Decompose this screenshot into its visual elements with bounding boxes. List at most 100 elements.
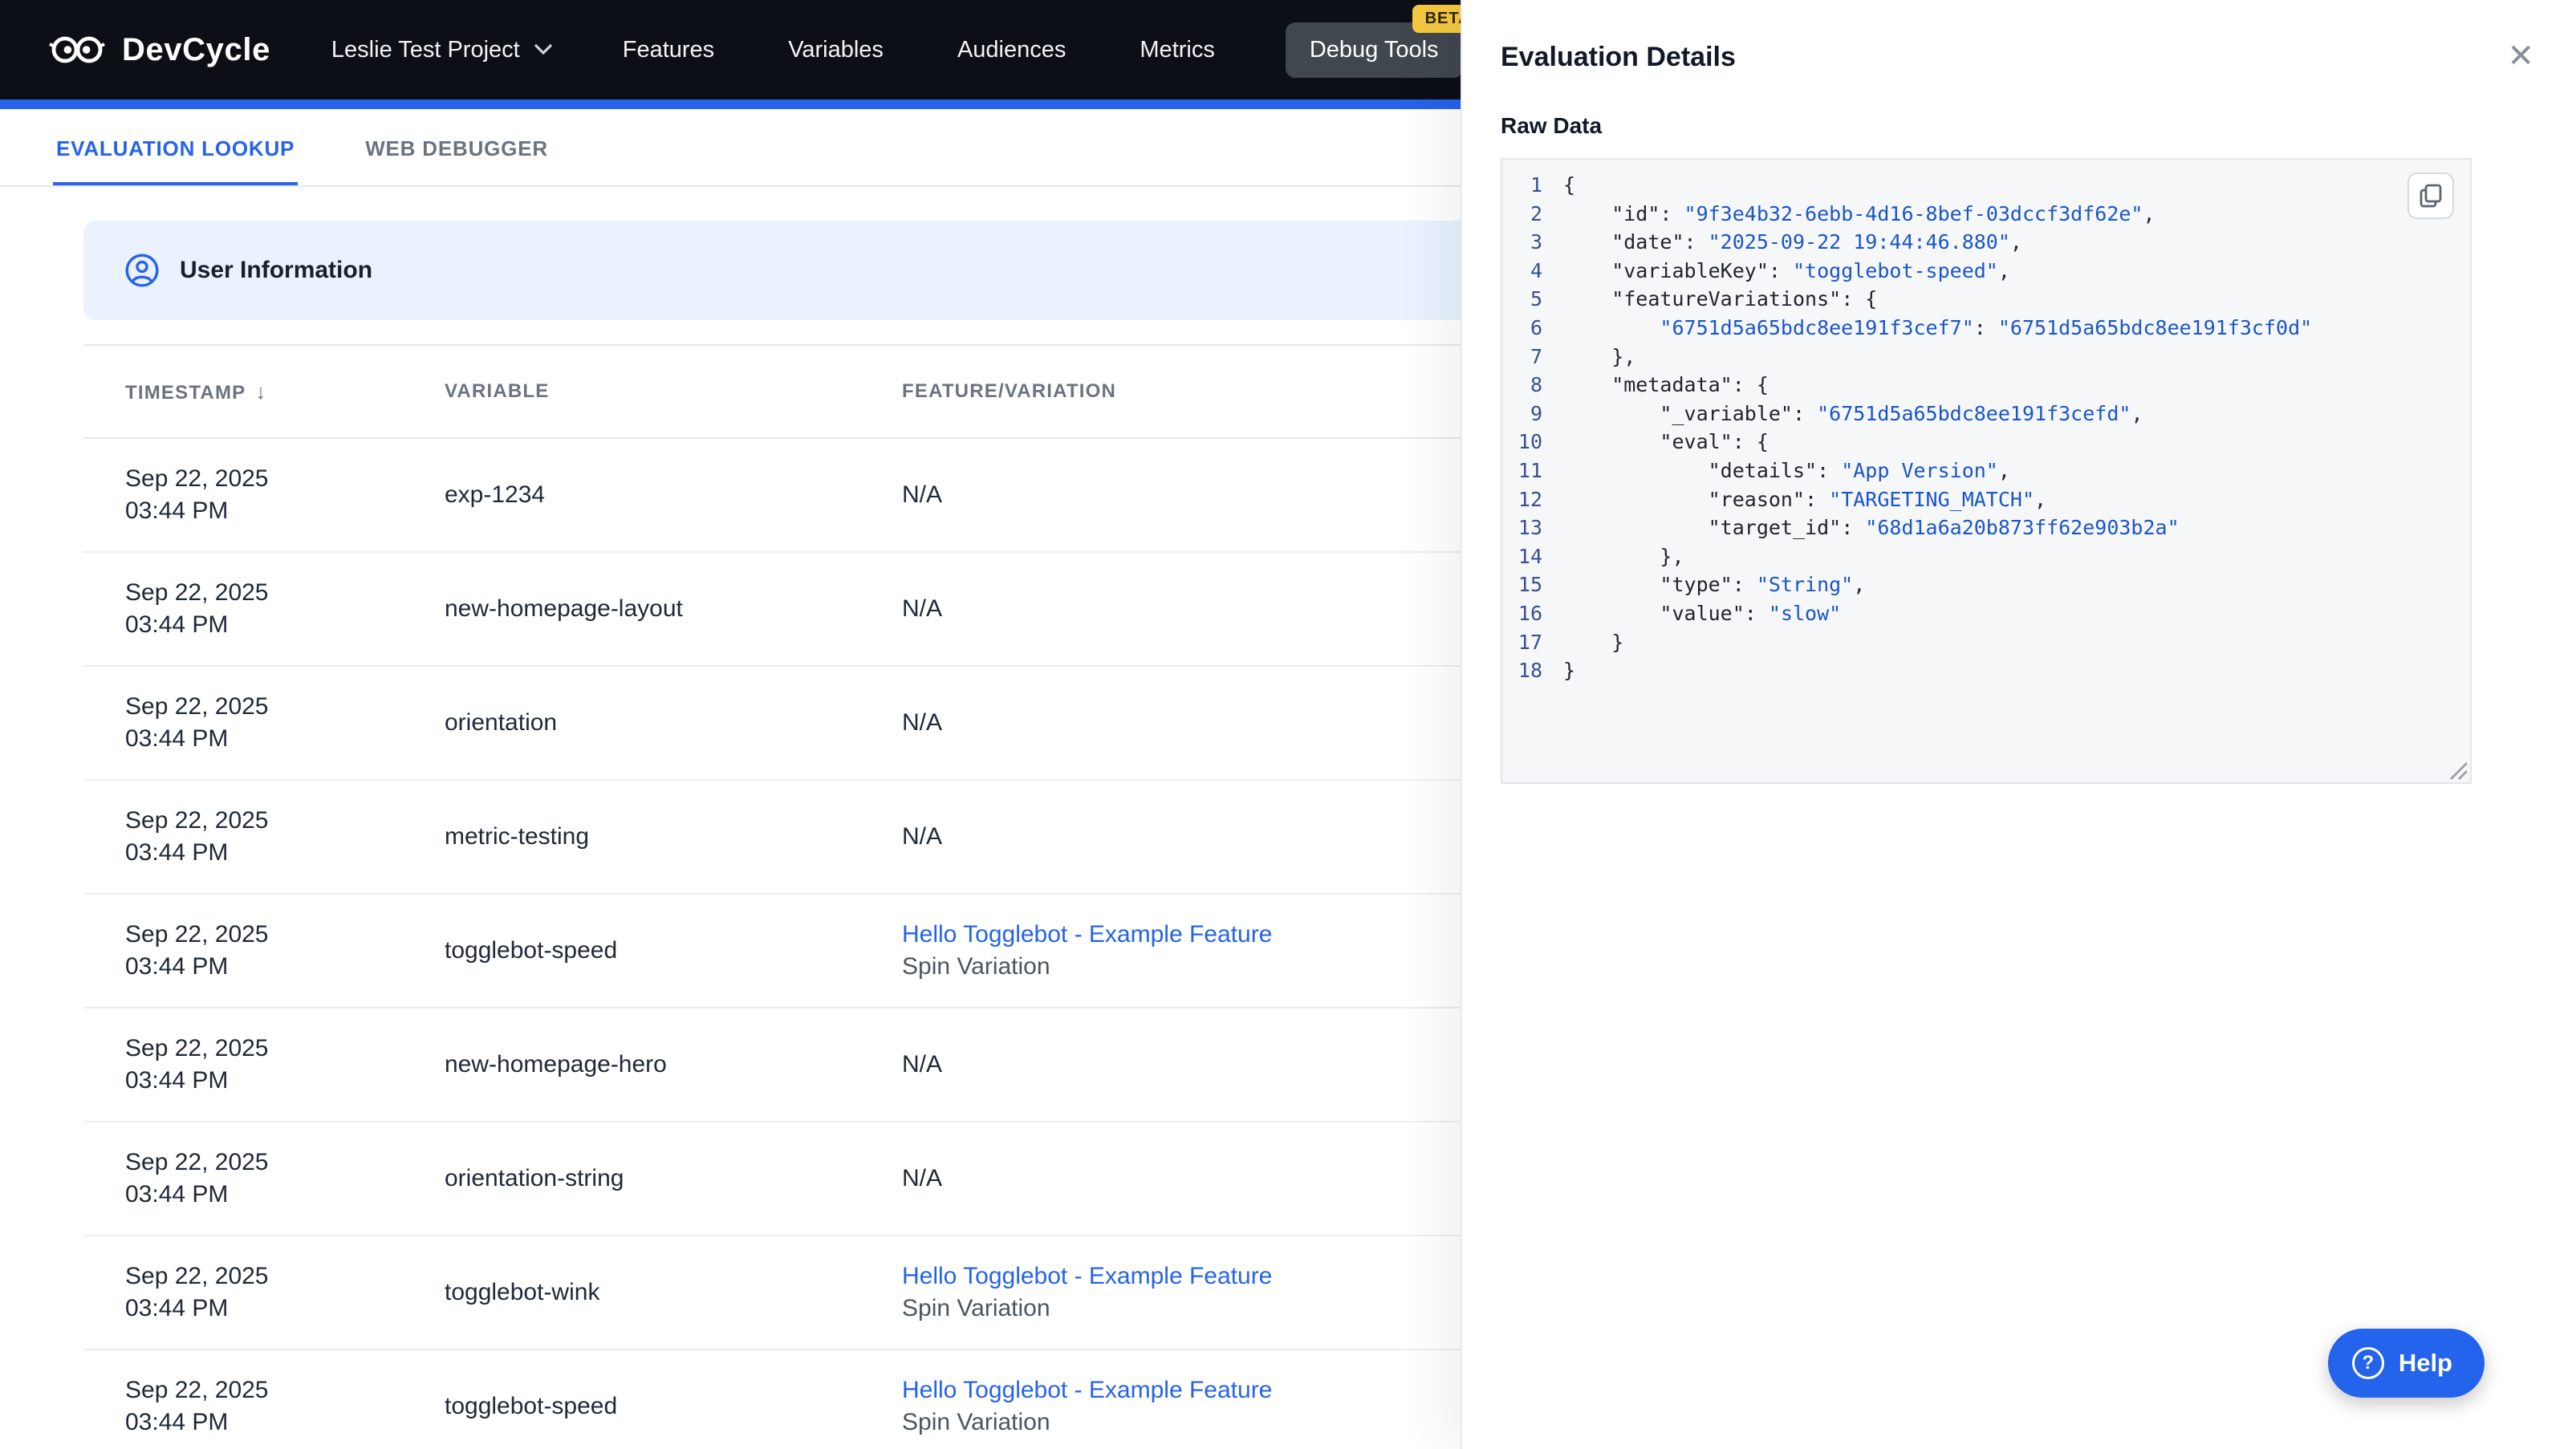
code-line: 14 }, (1502, 542, 2470, 571)
variable-cell: new-homepage-hero (445, 1051, 902, 1078)
code-line: 18} (1502, 656, 2470, 685)
line-number: 2 (1530, 201, 1542, 225)
code-line: 1{ (1502, 171, 2470, 200)
code-lines: 1{2 "id": "9f3e4b32-6ebb-4d16-8bef-03dcc… (1502, 171, 2470, 685)
code-line: 8 "metadata": { (1502, 371, 2470, 400)
row-date: Sep 22, 2025 (125, 1149, 269, 1175)
timestamp-cell: Sep 22, 2025 03:44 PM (83, 1147, 445, 1211)
timestamp-cell: Sep 22, 2025 03:44 PM (83, 1260, 445, 1325)
code-line: 6 "6751d5a65bdc8ee191f3cef7": "6751d5a65… (1502, 314, 2470, 343)
evaluation-details-panel: Evaluation Details ✕ Raw Data 1{2 "id": … (1461, 0, 2576, 1449)
row-time: 03:44 PM (125, 725, 229, 752)
project-name: Leslie Test Project (331, 36, 520, 63)
nav-item-variables[interactable]: Variables (788, 37, 884, 63)
help-question-icon: ? (2351, 1347, 2384, 1379)
code-line: 13 "target_id": "68d1a6a20b873ff62e903b2… (1502, 513, 2470, 542)
row-time: 03:44 PM (125, 611, 229, 638)
user-circle-icon (125, 254, 159, 287)
row-date: Sep 22, 2025 (125, 465, 269, 492)
raw-data-label: Raw Data (1501, 113, 1603, 138)
row-date: Sep 22, 2025 (125, 1035, 269, 1061)
brand-name: DevCycle (122, 31, 270, 67)
line-number: 9 (1530, 401, 1542, 425)
line-number: 17 (1518, 630, 1542, 654)
close-icon[interactable]: ✕ (2507, 40, 2534, 72)
code-line: 4 "variableKey": "togglebot-speed", (1502, 257, 2470, 286)
row-variable: orientation-string (445, 1165, 624, 1191)
resize-grip-icon (2450, 762, 2468, 780)
row-time: 03:44 PM (125, 839, 229, 866)
line-number: 14 (1518, 544, 1542, 568)
row-variable: exp-1234 (445, 481, 546, 508)
code-line: 17 } (1502, 628, 2470, 657)
feature-header-label: FEATURE/VARIATION (902, 380, 1117, 402)
resize-handle[interactable] (2448, 760, 2468, 781)
line-number: 16 (1518, 601, 1542, 625)
line-number: 15 (1518, 573, 1542, 597)
variable-cell: togglebot-wink (445, 1279, 902, 1306)
line-number: 1 (1530, 173, 1542, 197)
timestamp-cell: Sep 22, 2025 03:44 PM (83, 805, 445, 869)
row-variable: togglebot-speed (445, 937, 618, 964)
timestamp-cell: Sep 22, 2025 03:44 PM (83, 1033, 445, 1097)
variable-header-label: VARIABLE (445, 380, 550, 402)
code-line: 10 "eval": { (1502, 428, 2470, 457)
code-line: 12 "reason": "TARGETING_MATCH", (1502, 485, 2470, 514)
row-time: 03:44 PM (125, 953, 229, 980)
debug-tools-button[interactable]: BETA Debug Tools (1285, 4, 1484, 78)
tab-evaluation-lookup[interactable]: EVALUATION LOOKUP (53, 109, 299, 185)
line-number: 12 (1518, 487, 1542, 511)
column-header-timestamp[interactable]: TIMESTAMP ↓ (83, 380, 445, 404)
code-line: 7 }, (1502, 343, 2470, 371)
nav-item-features[interactable]: Features (623, 37, 714, 63)
copy-button[interactable] (2407, 172, 2454, 219)
row-date: Sep 22, 2025 (125, 921, 269, 948)
line-number: 3 (1530, 230, 1542, 254)
row-time: 03:44 PM (125, 1067, 229, 1094)
debug-tools-label: Debug Tools (1309, 36, 1439, 63)
devcycle-logo-icon (49, 36, 105, 63)
row-time: 03:44 PM (125, 1409, 229, 1435)
project-selector[interactable]: Leslie Test Project (331, 37, 552, 63)
help-label: Help (2398, 1349, 2452, 1377)
nav-item-audiences[interactable]: Audiences (957, 37, 1066, 63)
line-number: 6 (1530, 315, 1542, 339)
code-line: 9 "_variable": "6751d5a65bdc8ee191f3cefd… (1502, 400, 2470, 428)
line-number: 18 (1518, 659, 1542, 683)
devcycle-logo[interactable]: DevCycle (48, 29, 270, 71)
row-time: 03:44 PM (125, 497, 229, 524)
panel-title: Evaluation Details (1501, 42, 1736, 72)
row-variable: togglebot-wink (445, 1279, 600, 1305)
timestamp-cell: Sep 22, 2025 03:44 PM (83, 463, 445, 527)
code-line: 16 "value": "slow" (1502, 599, 2470, 628)
copy-icon (2420, 184, 2442, 208)
timestamp-header-label: TIMESTAMP (125, 381, 246, 404)
timestamp-cell: Sep 22, 2025 03:44 PM (83, 1374, 445, 1439)
row-variable: new-homepage-layout (445, 595, 683, 622)
main-nav: Features Variables Audiences Metrics (623, 37, 1215, 63)
timestamp-cell: Sep 22, 2025 03:44 PM (83, 919, 445, 983)
chevron-down-icon (534, 44, 552, 55)
banner-title: User Information (180, 257, 373, 283)
variable-cell: orientation (445, 709, 902, 737)
row-variable: togglebot-speed (445, 1393, 618, 1419)
line-number: 7 (1530, 344, 1542, 368)
code-line: 11 "details": "App Version", (1502, 457, 2470, 485)
line-number: 10 (1518, 430, 1542, 454)
line-number: 5 (1530, 287, 1542, 311)
nav-item-metrics[interactable]: Metrics (1140, 37, 1214, 63)
line-number: 13 (1518, 516, 1542, 540)
column-header-variable[interactable]: VARIABLE (445, 380, 902, 403)
page-root: DevCycle Leslie Test Project Features Va… (0, 0, 2576, 1449)
variable-cell: metric-testing (445, 823, 902, 850)
row-date: Sep 22, 2025 (125, 807, 269, 834)
variable-cell: togglebot-speed (445, 1393, 902, 1420)
variable-cell: orientation-string (445, 1165, 902, 1192)
tab-web-debugger[interactable]: WEB DEBUGGER (362, 109, 551, 185)
code-line: 5 "featureVariations": { (1502, 285, 2470, 314)
help-button[interactable]: ? Help (2327, 1329, 2485, 1398)
code-line: 2 "id": "9f3e4b32-6ebb-4d16-8bef-03dccf3… (1502, 200, 2470, 229)
row-date: Sep 22, 2025 (125, 1263, 269, 1289)
code-line: 3 "date": "2025-09-22 19:44:46.880", (1502, 228, 2470, 257)
variable-cell: new-homepage-layout (445, 595, 902, 623)
